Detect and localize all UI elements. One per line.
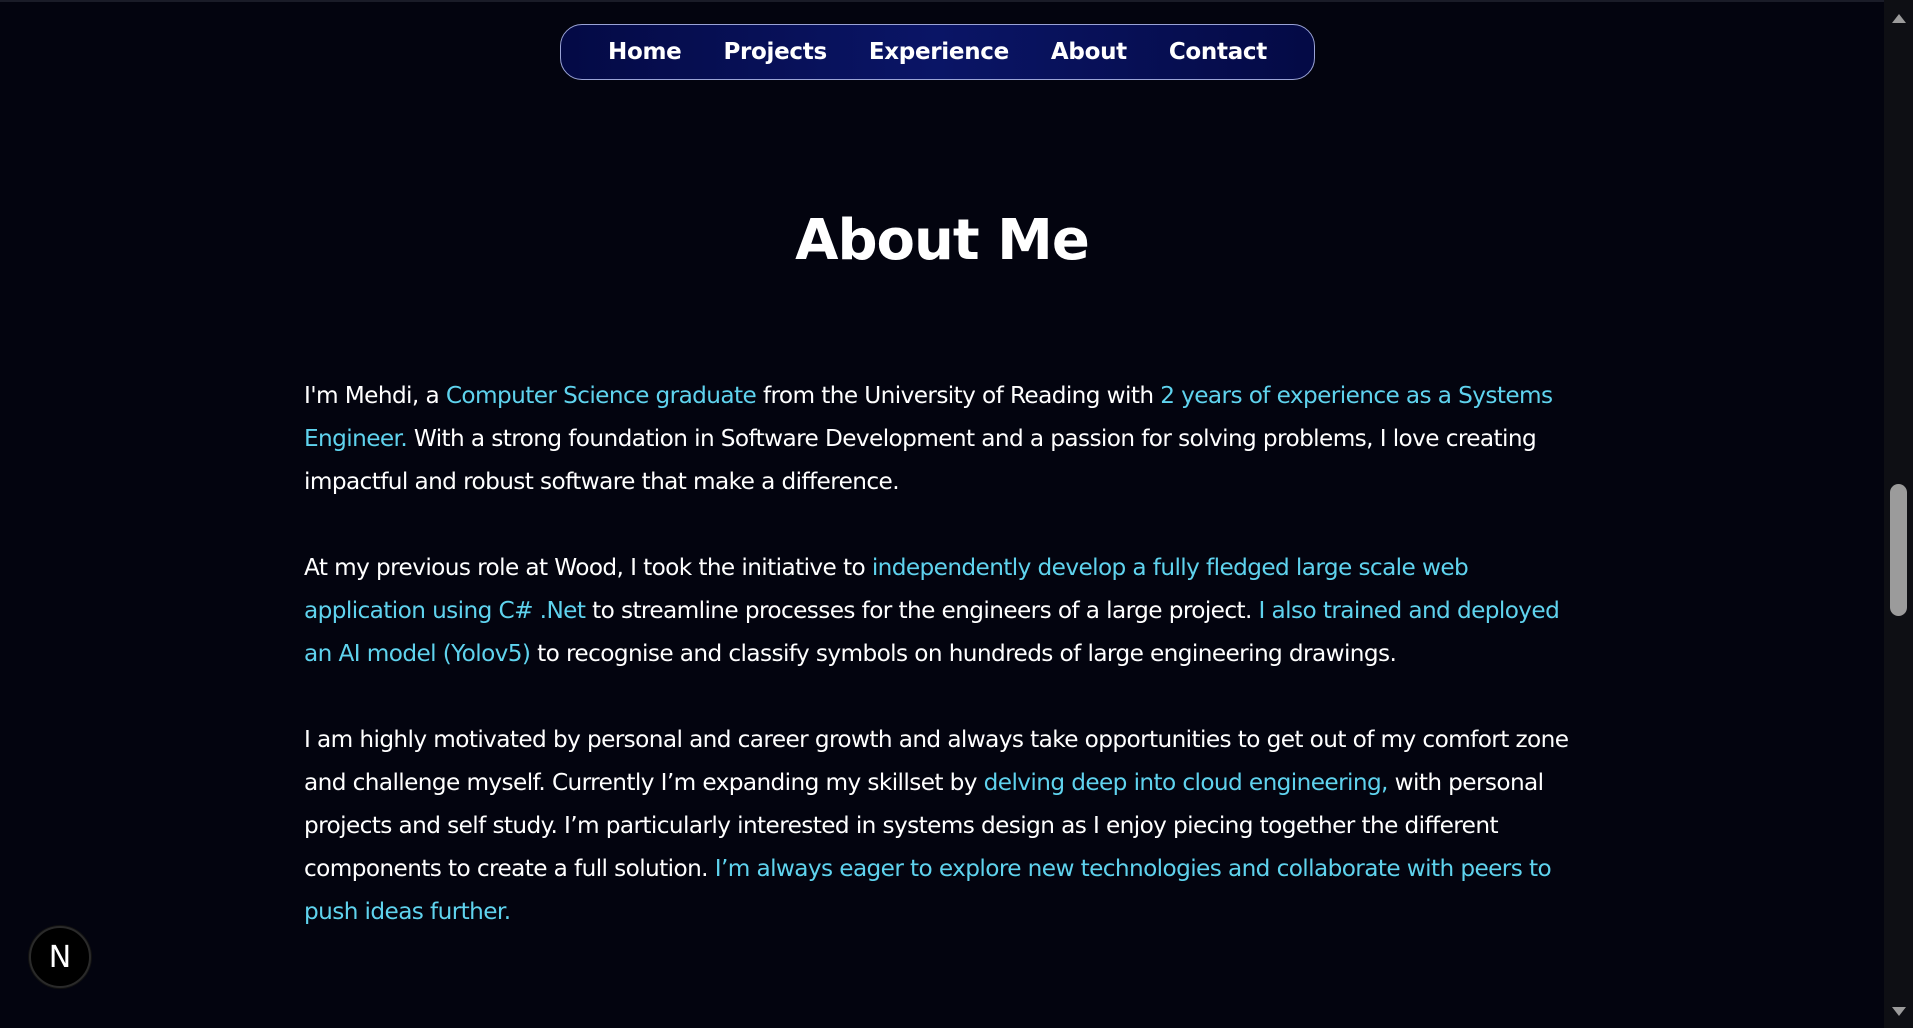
about-content: I'm Mehdi, a Computer Science graduate f… (304, 374, 1578, 976)
vertical-scrollbar[interactable] (1884, 0, 1913, 1028)
nav-item-projects[interactable]: Projects (702, 39, 847, 65)
nextjs-dev-badge[interactable]: N (29, 926, 91, 988)
scroll-up-arrow-icon[interactable] (1892, 14, 1906, 23)
about-paragraph-3: I am highly motivated by personal and ca… (304, 718, 1578, 933)
p1-text-3: With a strong foundation in Software Dev… (304, 425, 1537, 495)
scrollbar-thumb[interactable] (1890, 484, 1907, 616)
nav-item-about[interactable]: About (1030, 39, 1148, 65)
p3-highlight-cloud: delving deep into cloud engineering, (983, 769, 1389, 796)
top-divider (0, 0, 1884, 2)
page-title: About Me (795, 208, 1090, 273)
about-paragraph-2: At my previous role at Wood, I took the … (304, 546, 1578, 675)
scroll-down-arrow-icon[interactable] (1892, 1007, 1906, 1016)
about-paragraph-1: I'm Mehdi, a Computer Science graduate f… (304, 374, 1578, 503)
nav-item-contact[interactable]: Contact (1148, 39, 1288, 65)
nextjs-logo-icon: N (48, 939, 72, 975)
nav-bar: Home Projects Experience About Contact (560, 24, 1315, 80)
nav-item-home[interactable]: Home (587, 39, 702, 65)
p1-highlight-degree: Computer Science graduate (445, 382, 757, 409)
p1-text-1: I'm Mehdi, a (304, 382, 446, 409)
page: Home Projects Experience About Contact A… (0, 0, 1913, 1028)
p2-text-2: to streamline processes for the engineer… (585, 597, 1259, 624)
nav-item-experience[interactable]: Experience (848, 39, 1030, 65)
p2-text-1: At my previous role at Wood, I took the … (304, 554, 872, 581)
p1-text-2: from the University of Reading with (756, 382, 1161, 409)
p2-text-3: to recognise and classify symbols on hun… (530, 640, 1397, 667)
